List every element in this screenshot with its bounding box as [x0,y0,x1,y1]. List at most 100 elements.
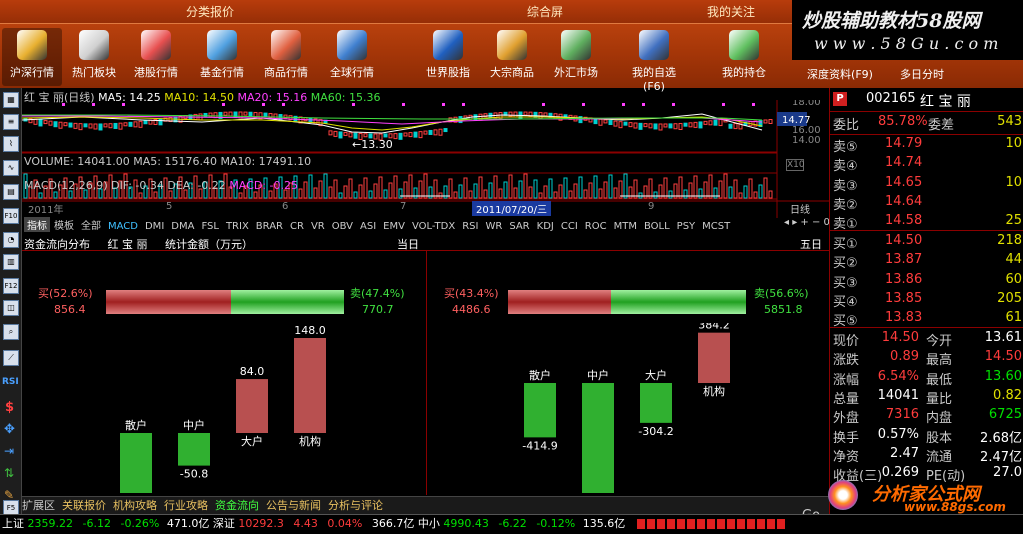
today-sell-value: 770.7 [362,303,394,316]
indicator-tab-dmi[interactable]: DMI [142,221,167,232]
volume-bar [138,192,143,199]
extension-tab-6[interactable]: 分析与评论 [328,499,383,512]
indicator-tab-macd[interactable]: MACD [105,221,141,232]
extension-tab-2[interactable]: 机构攻略 [113,499,157,512]
candle [158,118,163,126]
indicator-tab-trix[interactable]: TRIX [223,221,252,232]
indicator-tab-roc[interactable]: ROC [582,221,610,232]
sz-amount: 366.7亿 [371,517,415,530]
signal-marker [222,103,225,106]
indicator-tab-boll[interactable]: BOLL [641,221,673,232]
f10-icon[interactable]: F10 [3,208,19,224]
volume-label: VOLUME: 14041.00 MA5: 15176.40 MA10: 174… [24,155,312,168]
toolbar-button-6[interactable]: 世界股指 [418,28,478,86]
toolbar-button-3[interactable]: 基金行情 [192,28,252,86]
rsi-icon[interactable]: RSI [2,377,19,387]
stat-row: 现价 14.50 今开 13.61 [830,330,1023,349]
indicator-tab-vol-tdx[interactable]: VOL-TDX [409,221,458,232]
grid-icon[interactable]: ▦ [3,92,19,108]
indicator-tab-obv[interactable]: OBV [329,221,356,232]
candle [403,132,408,137]
group-composite-screen[interactable]: 综合屏 [420,0,670,24]
x10-scale-button[interactable]: X10 [786,159,805,171]
five-buy-value: 4486.6 [452,303,491,316]
indicator-tab-fsl[interactable]: FSL [198,221,222,232]
f12-icon[interactable]: F12 [3,278,19,294]
asks-label: 卖③ [833,178,858,194]
indicator-tab-cci[interactable]: CCI [558,221,581,232]
volume-bar [373,183,378,199]
stat-value: 2.47亿 [980,449,1022,465]
toolbar-button-4[interactable]: 商品行情 [256,28,316,86]
candle [53,121,58,128]
indicator-tab-emv[interactable]: EMV [380,221,408,232]
arrows-icon[interactable]: ⇅ [4,466,14,480]
indicator-tab-asi[interactable]: ASI [357,221,379,232]
indicator-tab-cr[interactable]: CR [287,221,307,232]
five-bar-name-0: 散户 [529,368,551,382]
pie-icon[interactable]: ◔ [3,232,19,248]
indicator-tab-dma[interactable]: DMA [168,221,197,232]
quote-panel: P 002165 红 宝 丽 委比 85.78% 委差 543 卖⑤ 14.79 1… [829,88,1023,516]
candle [133,121,138,128]
indicator-tab-rsi[interactable]: RSI [459,221,481,232]
capital-flow-panel: 资金流向分布 红 宝 丽 统计金额（万元） 当日 五日 买(52.6%) 856… [22,233,829,495]
toolbar-button-0[interactable]: 沪深行情 [2,28,62,86]
indicator-tab-brar[interactable]: BRAR [253,221,286,232]
indicator-tab-sar[interactable]: SAR [506,221,532,232]
candle [678,122,683,130]
trend-icon[interactable]: ⟋ [3,350,19,366]
minute-chart-icon[interactable]: ∿ [3,160,19,176]
candle [653,123,658,130]
chart-icon[interactable]: ◫ [3,300,19,316]
indicator-tab-kdj[interactable]: KDJ [534,221,557,232]
month-6: 6 [282,201,289,212]
toolbar-button-12[interactable]: 多日分时 [882,60,962,86]
indicator-tab-全部[interactable]: 全部 [78,217,104,232]
extension-tab-0[interactable]: 扩展区 [22,499,55,512]
enter-icon[interactable]: ⇥ [4,444,14,458]
toolbar-button-label: 多日分时 [900,68,944,81]
indicator-tab-mcst[interactable]: MCST [699,221,733,232]
period-label[interactable]: 日线 [790,201,810,216]
table-icon[interactable]: ▤ [3,184,19,200]
group-my-focus[interactable]: 我的关注 [670,0,792,24]
five-bar-chart: -414.9散户-1030.3中户-304.2大户384.2机构 [522,323,730,493]
indicator-tab-mtm[interactable]: MTM [611,221,640,232]
extension-tab-3[interactable]: 行业攻略 [164,499,208,512]
extension-tab-4[interactable]: 资金流向 [215,499,259,512]
toolbar-button-11[interactable]: 深度资料(F9) [800,60,880,86]
indicator-tab-模板[interactable]: 模板 [51,217,77,232]
extension-tab-1[interactable]: 关联报价 [62,499,106,512]
toolbar-button-5[interactable]: 全球行情 [322,28,382,86]
layout-icon[interactable]: ▥ [3,254,19,270]
today-bar-0 [120,433,152,493]
time-axis: 2011年 5 6 7 2011/07/20/三 9 日线 [24,201,824,216]
indicator-tab-psy[interactable]: PSY [674,221,699,232]
extension-tab-5[interactable]: 公告与新闻 [266,499,321,512]
toolbar-button-10[interactable]: 我的持仓 [714,28,774,86]
search-icon[interactable]: ⌕ [3,324,19,340]
move-icon[interactable]: ✥ [4,422,15,437]
toolbar-button-1[interactable]: 热门板块 [64,28,124,86]
toolbar-button-8[interactable]: 外汇市场 [546,28,606,86]
stat-row: 换手 0.57% 股本 2.68亿 [830,427,1023,446]
list-icon[interactable]: ≡ [3,114,19,130]
stat-label: 最高 [926,353,953,369]
stat-row: 外盘 7316 内盘 6725 [830,407,1023,426]
volume-bar [38,192,43,199]
toolbar-button-label: 外汇市场 [554,66,598,79]
line-chart-icon[interactable]: ⌇ [3,136,19,152]
group-category-quotes[interactable]: 分类报价 [0,0,420,24]
indicator-tab-wr[interactable]: WR [482,221,505,232]
toolbar-button-9[interactable]: 我的自选(F6) [624,28,684,93]
toolbar-button-2[interactable]: 港股行情 [126,28,186,86]
five-bar-value-0: -414.9 [522,439,557,452]
tab-scroll-controls[interactable]: ◂ ▸ + − 0 [784,217,830,228]
indicator-tab-vr[interactable]: VR [308,221,328,232]
stat-label: 现价 [833,334,860,349]
indicator-tab-指标[interactable]: 指标 [24,217,50,232]
toolbar-button-7[interactable]: 大宗商品 [482,28,542,86]
toolbar-button-label: 港股行情 [134,66,178,79]
dollar-icon[interactable]: $ [5,400,14,415]
